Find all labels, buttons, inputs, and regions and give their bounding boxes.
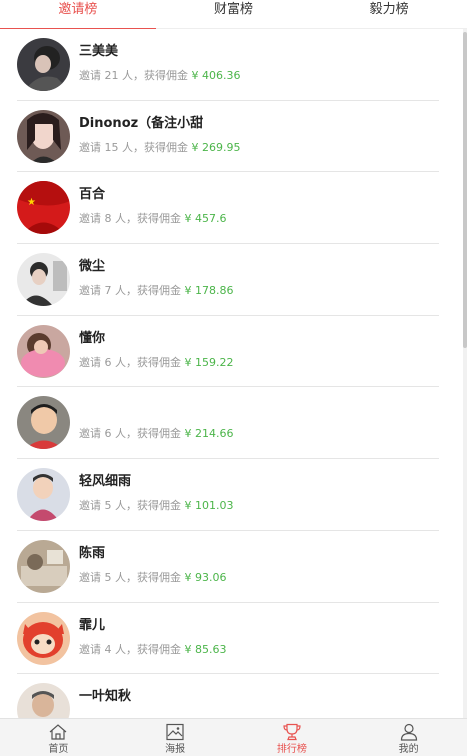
user-name: 陈雨 bbox=[79, 545, 106, 561]
user-name: Dinonoz（备注小甜 bbox=[79, 115, 204, 131]
avatar: ★ bbox=[17, 181, 70, 235]
avatar bbox=[17, 324, 70, 378]
nav-poster[interactable]: 海报 bbox=[117, 719, 234, 756]
tab-perseverance-ranking[interactable]: 毅力榜 bbox=[311, 0, 467, 28]
tab-wealth-ranking[interactable]: 财富榜 bbox=[156, 0, 312, 28]
ranking-list: 三美美 邀请 21 人，获得佣金 ¥ 406.36 Dinonoz（备注小甜 邀… bbox=[0, 29, 467, 718]
invite-stat: 邀请 8 人，获得佣金 ¥ 457.6 bbox=[79, 212, 227, 226]
invite-stat: 邀请 7 人，获得佣金 ¥ 178.86 bbox=[79, 284, 234, 298]
list-item[interactable]: 邀请 6 人，获得佣金 ¥ 214.66 bbox=[0, 387, 467, 459]
app: 邀请榜 财富榜 毅力榜 三美美 邀请 21 人，获得佣金 ¥ 406.36 Di… bbox=[0, 0, 467, 756]
nav-poster-label: 海报 bbox=[165, 744, 186, 755]
user-name: 懂你 bbox=[79, 330, 106, 346]
nav-mine[interactable]: 我的 bbox=[350, 719, 467, 756]
list-item[interactable]: 轻风细雨 邀请 5 人，获得佣金 ¥ 101.03 bbox=[0, 459, 467, 531]
invite-stat: 邀请 21 人，获得佣金 ¥ 406.36 bbox=[79, 69, 241, 82]
list-item[interactable]: Dinonoz（备注小甜 邀请 15 人，获得佣金 ¥ 269.95 bbox=[0, 101, 467, 173]
tab-invite-ranking[interactable]: 邀请榜 bbox=[0, 0, 156, 29]
user-name: 微尘 bbox=[79, 259, 106, 275]
user-name: 百合 bbox=[79, 187, 106, 203]
avatar bbox=[17, 468, 70, 522]
list-item[interactable]: 一叶知秋 bbox=[0, 674, 467, 718]
invite-stat: 邀请 15 人，获得佣金 ¥ 269.95 bbox=[79, 140, 241, 154]
list-item[interactable]: 三美美 邀请 21 人，获得佣金 ¥ 406.36 bbox=[0, 29, 467, 101]
list-item[interactable]: 微尘 邀请 7 人，获得佣金 ¥ 178.86 bbox=[0, 244, 467, 316]
list-item[interactable]: 懂你 邀请 6 人，获得佣金 ¥ 159.22 bbox=[0, 316, 467, 388]
avatar bbox=[17, 109, 70, 163]
nav-ranking[interactable]: 排行榜 bbox=[234, 719, 351, 756]
ranking-tabs: 邀请榜 财富榜 毅力榜 bbox=[0, 0, 467, 29]
invite-stat: 邀请 6 人，获得佣金 ¥ 214.66 bbox=[79, 427, 234, 441]
bottom-navigation: 首页 海报 排行榜 我的 bbox=[0, 718, 467, 756]
user-name: 三美美 bbox=[79, 44, 119, 59]
avatar bbox=[17, 539, 70, 593]
avatar bbox=[17, 683, 70, 718]
invite-stat: 邀请 5 人，获得佣金 ¥ 101.03 bbox=[79, 499, 234, 513]
nav-mine-label: 我的 bbox=[398, 744, 419, 755]
home-icon bbox=[49, 724, 67, 740]
avatar bbox=[17, 253, 70, 307]
nav-home[interactable]: 首页 bbox=[0, 719, 117, 756]
invite-stat: 邀请 4 人，获得佣金 ¥ 85.63 bbox=[79, 642, 227, 656]
user-name: 霏儿 bbox=[79, 617, 106, 633]
nav-home-label: 首页 bbox=[48, 744, 69, 755]
trophy-icon bbox=[283, 723, 301, 741]
list-scrollbar[interactable] bbox=[463, 29, 467, 718]
user-name: 轻风细雨 bbox=[79, 474, 132, 490]
svg-text:★: ★ bbox=[27, 197, 36, 208]
list-item[interactable]: 霏儿 邀请 4 人，获得佣金 ¥ 85.63 bbox=[0, 603, 467, 675]
poster-icon bbox=[166, 723, 184, 741]
list-item[interactable]: ★ 百合 邀请 8 人，获得佣金 ¥ 457.6 bbox=[0, 172, 467, 244]
list-item[interactable]: 陈雨 邀请 5 人，获得佣金 ¥ 93.06 bbox=[0, 531, 467, 603]
invite-stat: 邀请 5 人，获得佣金 ¥ 93.06 bbox=[79, 570, 227, 584]
avatar bbox=[17, 611, 70, 665]
invite-stat: 邀请 6 人，获得佣金 ¥ 159.22 bbox=[79, 355, 234, 369]
scrollbar-thumb[interactable] bbox=[463, 32, 467, 348]
user-name: 一叶知秋 bbox=[79, 689, 132, 705]
nav-ranking-label: 排行榜 bbox=[276, 744, 307, 755]
avatar bbox=[17, 396, 70, 450]
avatar bbox=[17, 38, 70, 91]
user-icon bbox=[400, 723, 417, 741]
